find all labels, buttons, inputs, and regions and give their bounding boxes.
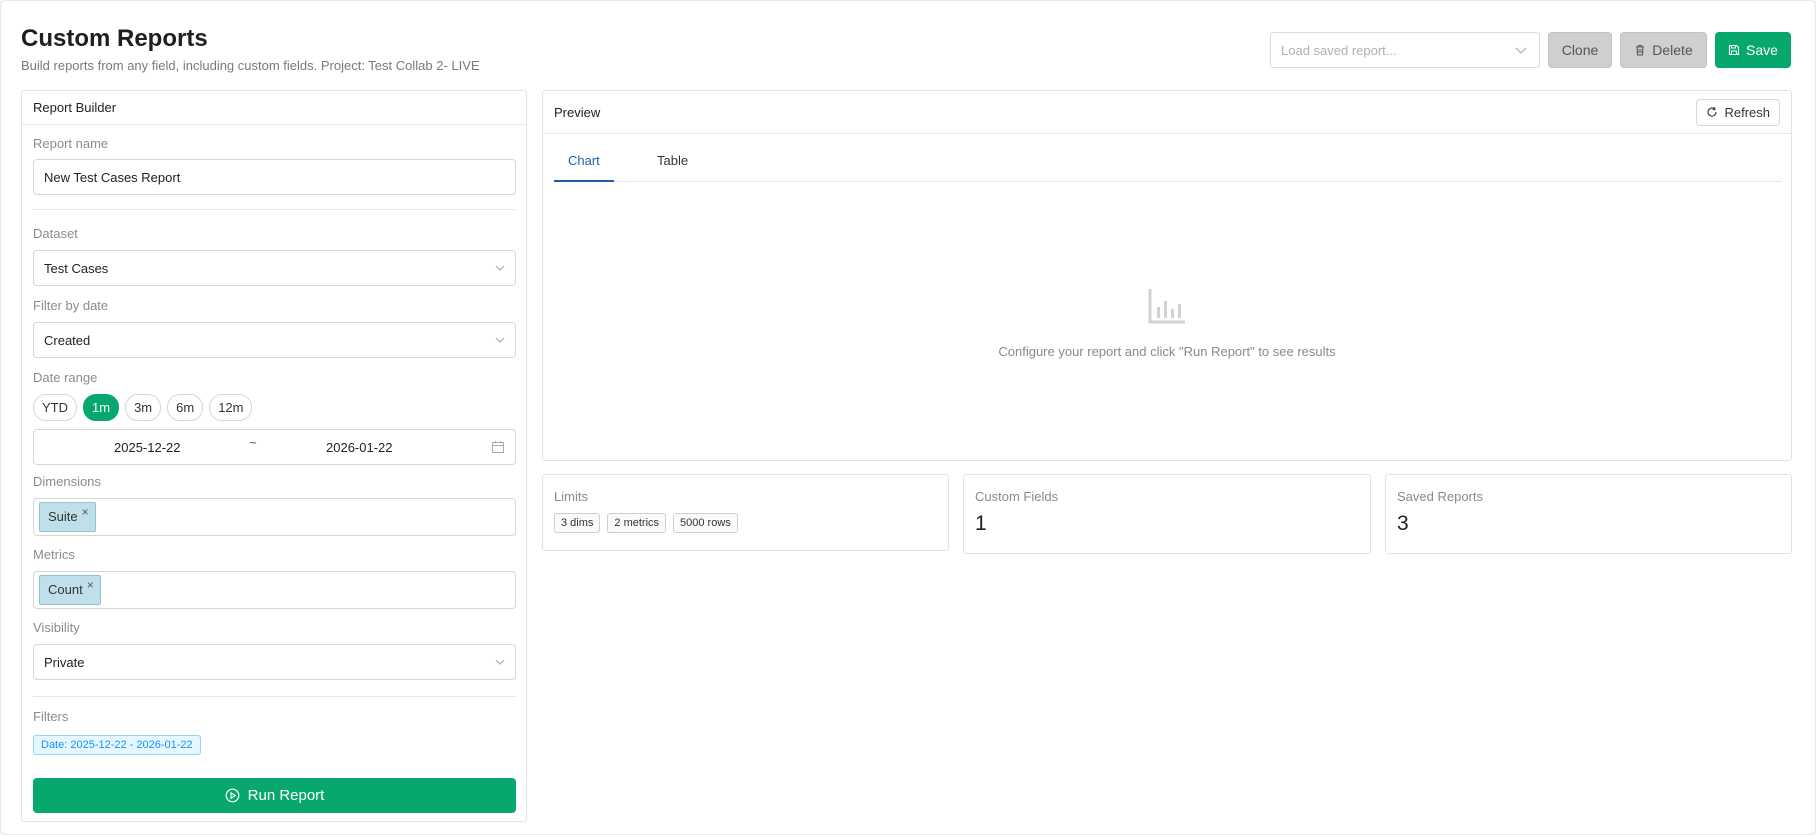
page-subtitle: Build reports from any field, including … (21, 58, 480, 73)
chevron-down-icon (495, 265, 505, 271)
limit-chip: 2 metrics (607, 513, 667, 533)
filter-by-date-select[interactable]: Created (33, 322, 516, 358)
date-range-picker[interactable]: 2025-12-22 ~ 2026-01-22 (33, 429, 516, 465)
metric-tag: Count × (39, 575, 101, 605)
limit-chip: 5000 rows (673, 513, 738, 533)
chevron-down-icon (495, 659, 505, 665)
play-circle-icon (225, 788, 240, 803)
visibility-label: Visibility (33, 620, 80, 635)
report-builder-panel: Report Builder Report name New Test Case… (21, 90, 527, 822)
divider (33, 209, 516, 210)
divider (33, 696, 516, 697)
report-builder-title: Report Builder (22, 91, 526, 125)
tab-chart[interactable]: Chart (568, 153, 600, 168)
dataset-select[interactable]: Test Cases (33, 250, 516, 286)
remove-tag-icon[interactable]: × (82, 505, 89, 519)
bar-chart-icon (1148, 289, 1185, 324)
load-saved-report-placeholder: Load saved report... (1281, 42, 1397, 58)
tab-table[interactable]: Table (657, 153, 688, 168)
chevron-down-icon (495, 337, 505, 343)
dimensions-label: Dimensions (33, 474, 101, 489)
range-ytd-button[interactable]: YTD (33, 394, 77, 421)
report-name-input[interactable]: New Test Cases Report (33, 159, 516, 195)
save-button-label: Save (1746, 42, 1778, 58)
chevron-down-icon (1515, 47, 1527, 54)
date-end-value: 2026-01-22 (326, 440, 393, 455)
preview-panel: Preview Refresh Chart Table Configure yo… (542, 90, 1792, 461)
filter-by-date-value: Created (44, 332, 91, 348)
date-range-label: Date range (33, 370, 98, 385)
refresh-button[interactable]: Refresh (1696, 98, 1780, 126)
delete-button[interactable]: Delete (1620, 32, 1707, 68)
preview-title: Preview (554, 104, 601, 120)
run-report-label: Run Report (247, 787, 325, 804)
calendar-icon (492, 441, 504, 453)
visibility-value: Private (44, 654, 85, 670)
limits-chips: 3 dims 2 metrics 5000 rows (554, 513, 937, 533)
refresh-icon (1707, 106, 1718, 117)
clone-button-label: Clone (1561, 42, 1599, 58)
dimension-tag-label: Suite (48, 509, 78, 524)
limits-card: Limits 3 dims 2 metrics 5000 rows (542, 474, 949, 551)
metrics-label: Metrics (33, 547, 75, 562)
dataset-value: Test Cases (44, 260, 109, 276)
report-name-label: Report name (33, 136, 109, 151)
saved-reports-count: 3 (1397, 512, 1409, 535)
range-1m-button[interactable]: 1m (83, 394, 120, 421)
save-button[interactable]: Save (1715, 32, 1791, 68)
limits-title: Limits (554, 489, 588, 504)
date-range-presets: YTD 1m 3m 6m 12m (33, 394, 253, 421)
range-12m-button[interactable]: 12m (209, 394, 253, 421)
range-6m-button[interactable]: 6m (167, 394, 204, 421)
active-tab-indicator (554, 180, 614, 182)
page-title: Custom Reports (21, 25, 208, 52)
empty-state-message: Configure your report and click "Run Rep… (998, 344, 1336, 359)
filters-label: Filters (33, 709, 69, 724)
range-3m-button[interactable]: 3m (125, 394, 162, 421)
dimensions-input[interactable]: Suite × (33, 498, 516, 536)
preview-tabs: Chart Table (554, 142, 1782, 182)
report-name-value: New Test Cases Report (44, 169, 181, 185)
dimension-tag: Suite × (39, 502, 96, 532)
remove-tag-icon[interactable]: × (87, 578, 94, 592)
metric-tag-label: Count (48, 582, 83, 597)
top-actions: Load saved report... Clone Delete Save (1270, 32, 1791, 68)
run-report-button[interactable]: Run Report (33, 778, 516, 813)
visibility-select[interactable]: Private (33, 644, 516, 680)
clone-button[interactable]: Clone (1548, 32, 1612, 68)
refresh-label: Refresh (1724, 104, 1770, 120)
metrics-input[interactable]: Count × (33, 571, 516, 609)
preview-header: Preview Refresh (543, 91, 1791, 134)
dataset-label: Dataset (33, 226, 78, 241)
saved-reports-title: Saved Reports (1397, 489, 1483, 504)
delete-button-label: Delete (1652, 42, 1693, 58)
date-start-value: 2025-12-22 (114, 440, 181, 455)
limit-chip: 3 dims (554, 513, 601, 533)
filter-by-date-label: Filter by date (33, 298, 109, 313)
custom-fields-title: Custom Fields (975, 489, 1059, 504)
date-separator: ~ (249, 435, 257, 450)
date-filter-badge: Date: 2025-12-22 - 2026-01-22 (33, 735, 201, 755)
custom-fields-card: Custom Fields 1 (963, 474, 1371, 554)
saved-reports-card: Saved Reports 3 (1385, 474, 1792, 554)
load-saved-report-select[interactable]: Load saved report... (1270, 32, 1540, 68)
floppy-disk-icon (1728, 44, 1740, 56)
custom-reports-page: Custom Reports Build reports from any fi… (0, 0, 1816, 835)
trash-icon (1636, 44, 1645, 56)
custom-fields-count: 1 (975, 512, 987, 535)
